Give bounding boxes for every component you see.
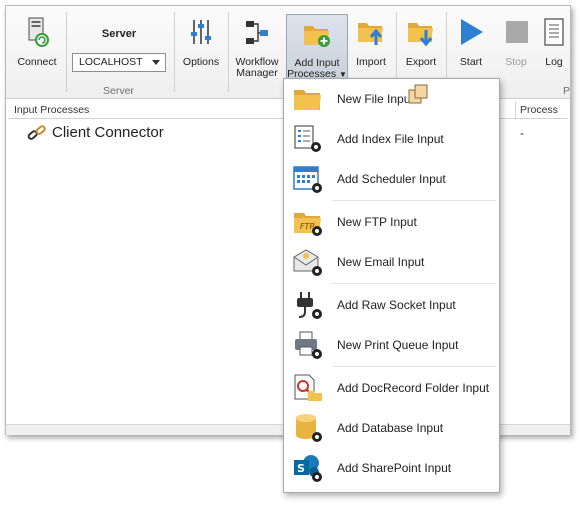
log-button[interactable]: Log [538,10,570,82]
server-title: Server [101,28,137,40]
folder-add-icon [304,26,330,47]
menu-item-new-ftp-input[interactable]: FTP New FTP Input [284,202,499,242]
play-icon [461,19,483,45]
column-divider[interactable] [515,102,516,118]
workflow-manager-button[interactable]: Workflow Manager [231,10,283,82]
menu-item-label: Add Scheduler Input [337,172,446,186]
stop-button[interactable]: Stop [496,10,536,82]
import-label: Import [356,56,386,68]
stop-icon [506,21,528,43]
menu-item-label: Add DocRecord Folder Input [337,381,490,395]
col-input-processes[interactable]: Input Processes [14,104,89,116]
docrecord-folder-icon [294,374,322,401]
menu-item-add-scheduler-input[interactable]: Add Scheduler Input [284,159,499,199]
server-value: LOCALHOST [79,56,143,68]
sharepoint-icon: S [294,455,322,482]
connect-button[interactable]: Connect [10,10,64,82]
add-input-processes-menu: New File Input Add Index File Input Add … [283,78,500,493]
import-icon [358,23,383,45]
menu-separator [332,283,496,284]
database-icon [296,414,322,442]
workflow-icon [246,21,268,44]
folder-icon [294,90,321,110]
menu-item-new-email-input[interactable]: New Email Input [284,242,499,282]
col-process[interactable]: Process [520,104,558,116]
options-label: Options [182,56,220,68]
menu-item-label: New FTP Input [337,215,417,229]
sliders-icon [191,20,211,44]
export-label: Export [405,56,437,68]
index-list-icon [294,125,321,152]
menu-item-add-docrecord-folder-input[interactable]: Add DocRecord Folder Input [284,368,499,408]
menu-item-add-index-file-input[interactable]: Add Index File Input [284,119,499,159]
add-input-label: Add Input Processes ▼ [287,58,347,80]
menu-separator [332,200,496,201]
row-process-value: - [520,126,524,140]
stop-label: Stop [505,56,527,68]
log-label: Log [545,56,563,68]
menu-item-label: Add Raw Socket Input [337,298,456,312]
menu-item-new-print-queue-input[interactable]: New Print Queue Input [284,325,499,365]
menu-item-add-raw-socket-input[interactable]: Add Raw Socket Input [284,285,499,325]
menu-item-label: New File Input [337,92,414,106]
group-label-server: Server [103,85,134,97]
start-button[interactable]: Start [448,10,494,82]
menu-item-label: New Print Queue Input [337,338,459,352]
menu-item-label: Add SharePoint Input [337,461,452,475]
row-name: Client Connector [52,124,164,141]
connect-icon [28,17,49,47]
svg-text:S: S [297,462,305,475]
options-button[interactable]: Options [178,10,224,82]
connect-label: Connect [17,56,57,68]
menu-item-label: Add Index File Input [337,132,444,146]
chevron-down-icon [152,60,160,65]
link-chain-icon [27,125,46,140]
separator [228,12,229,92]
separator [174,12,175,92]
menu-item-add-database-input[interactable]: Add Database Input [284,408,499,448]
copy-pages-icon [408,84,428,104]
envelope-icon [293,249,322,276]
server-select[interactable]: LOCALHOST [72,53,166,72]
export-icon [408,23,433,47]
export-button[interactable]: Export [398,10,444,82]
workflow-label: Workflow Manager [231,57,283,79]
menu-item-label: New Email Input [337,255,425,269]
log-document-icon [544,18,564,46]
workflow-label-line2: Manager [236,67,278,79]
import-button[interactable]: Import [348,10,394,82]
calendar-icon [293,166,322,193]
group-label-partial: P [563,85,571,97]
add-input-processes-button[interactable]: Add Input Processes ▼ [286,14,348,84]
ftp-folder-icon: FTP [294,213,322,236]
separator [66,12,67,92]
plug-icon [297,292,322,319]
menu-item-new-file-input[interactable]: New File Input [284,79,499,119]
start-label: Start [459,56,483,68]
printer-icon [295,331,322,359]
menu-separator [332,366,496,367]
menu-item-label: Add Database Input [337,421,444,435]
menu-item-add-sharepoint-input[interactable]: S Add SharePoint Input [284,448,499,488]
